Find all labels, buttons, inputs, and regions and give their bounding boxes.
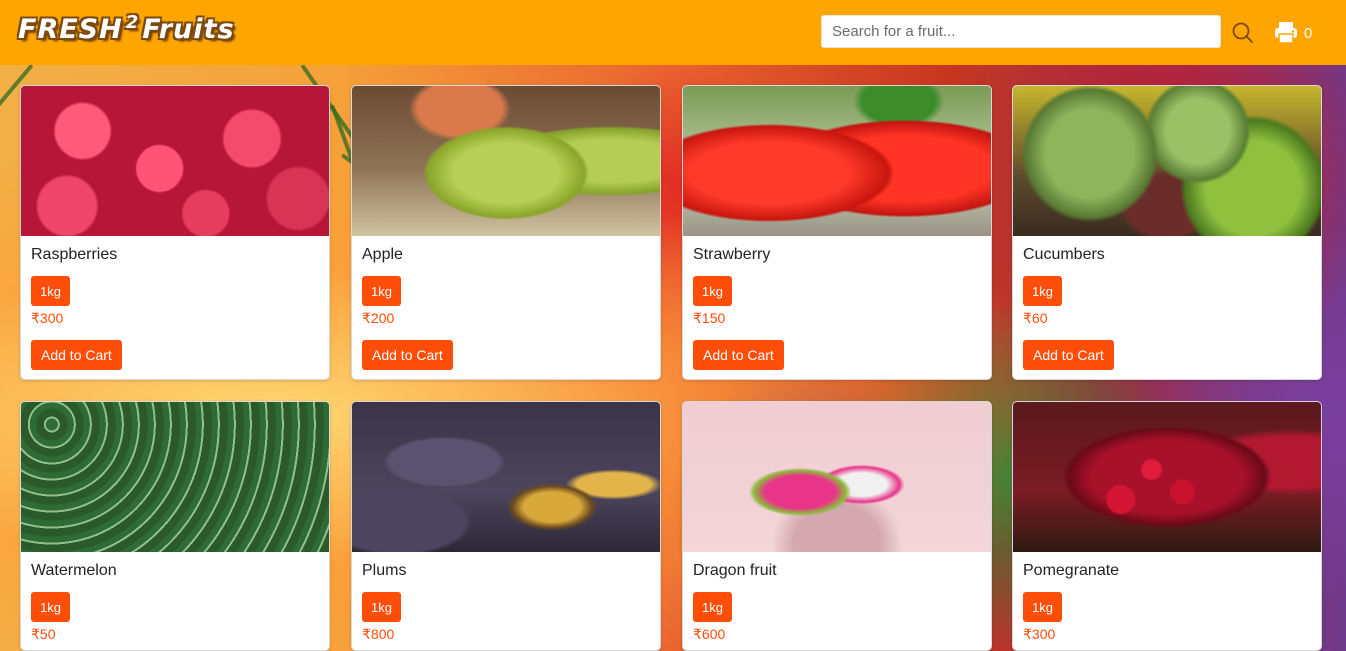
cucumbers-image <box>1013 86 1321 236</box>
product-price: ₹60 <box>1023 310 1048 326</box>
search-button[interactable] <box>1230 20 1256 46</box>
product-name: Plums <box>362 562 407 579</box>
dragon-fruit-image <box>683 402 991 552</box>
pomegranate-image <box>1013 402 1321 552</box>
product-card-apple: Apple 1kg ₹200 Add to Cart <box>351 85 661 380</box>
apple-image <box>352 86 660 236</box>
product-name: Pomegranate <box>1023 562 1120 579</box>
weight-badge[interactable]: 1kg <box>1023 276 1062 306</box>
product-price: ₹50 <box>31 626 56 642</box>
product-card-dragon-fruit: Dragon fruit 1kg ₹600 <box>682 401 992 651</box>
product-price: ₹300 <box>31 310 64 326</box>
product-card-cucumbers: Cucumbers 1kg ₹60 Add to Cart <box>1012 85 1322 380</box>
product-card-strawberry: Strawberry 1kg ₹150 Add to Cart <box>682 85 992 380</box>
raspberries-image <box>21 86 329 236</box>
search-input[interactable] <box>821 15 1221 48</box>
cart-icon <box>1275 22 1297 44</box>
search-icon <box>1232 22 1253 43</box>
add-to-cart-button[interactable]: Add to Cart <box>31 340 122 370</box>
weight-badge[interactable]: 1kg <box>693 276 732 306</box>
product-name: Watermelon <box>31 562 117 579</box>
product-price: ₹300 <box>1023 626 1056 642</box>
product-name: Raspberries <box>31 246 118 263</box>
weight-badge[interactable]: 1kg <box>31 592 70 622</box>
product-name: Dragon fruit <box>693 562 777 579</box>
brand-superscript: 2 <box>125 12 140 33</box>
product-name: Apple <box>362 246 403 263</box>
product-price: ₹800 <box>362 626 395 642</box>
weight-badge[interactable]: 1kg <box>1023 592 1062 622</box>
product-card-pomegranate: Pomegranate 1kg ₹300 <box>1012 401 1322 651</box>
weight-badge[interactable]: 1kg <box>362 592 401 622</box>
brand-word-fruits: Fruits <box>142 14 235 45</box>
weight-badge[interactable]: 1kg <box>362 276 401 306</box>
navbar: FRESH2Fruits 0 <box>0 0 1346 65</box>
weight-badge[interactable]: 1kg <box>31 276 70 306</box>
cart-count: 0 <box>1304 24 1313 42</box>
add-to-cart-button[interactable]: Add to Cart <box>693 340 784 370</box>
add-to-cart-button[interactable]: Add to Cart <box>1023 340 1114 370</box>
product-card-raspberries: Raspberries 1kg ₹300 Add to Cart <box>20 85 330 380</box>
strawberry-image <box>683 86 991 236</box>
cart-button[interactable]: 0 <box>1272 20 1312 46</box>
product-card-watermelon: Watermelon 1kg ₹50 <box>20 401 330 651</box>
add-to-cart-button[interactable]: Add to Cart <box>362 340 453 370</box>
weight-badge[interactable]: 1kg <box>693 592 732 622</box>
plums-image <box>352 402 660 552</box>
product-name: Strawberry <box>693 246 771 263</box>
watermelon-image <box>21 402 329 552</box>
product-card-plums: Plums 1kg ₹800 <box>351 401 661 651</box>
product-price: ₹600 <box>693 626 726 642</box>
product-name: Cucumbers <box>1023 246 1105 263</box>
product-price: ₹200 <box>362 310 395 326</box>
brand-word-fresh: FRESH <box>18 14 123 45</box>
product-price: ₹150 <box>693 310 726 326</box>
brand-logo[interactable]: FRESH 2 Fruits <box>18 6 235 48</box>
